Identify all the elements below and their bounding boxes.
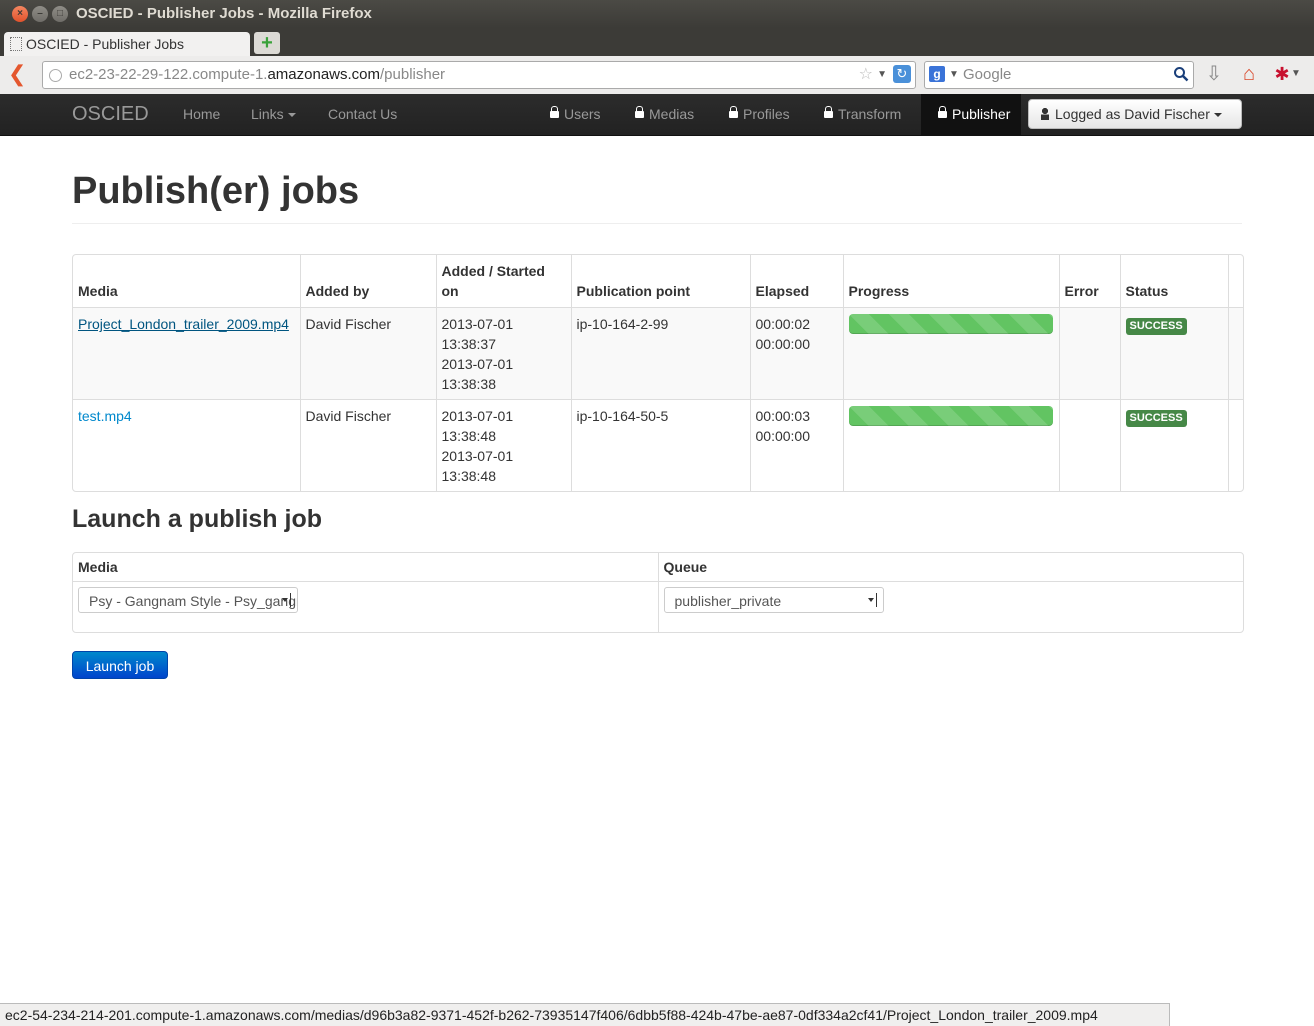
error-cell — [1058, 307, 1120, 400]
site-identity-icon[interactable] — [49, 69, 62, 82]
nav-users[interactable]: Users — [550, 106, 601, 122]
status-badge: SUCCESS — [1125, 318, 1187, 335]
page-title: Publish(er) jobs — [72, 170, 360, 212]
history-dropdown-icon[interactable]: ▼ — [877, 62, 887, 88]
dates-cell: 2013-07-01 13:38:48 2013-07-01 13:38:48 — [435, 399, 571, 491]
nav-transform[interactable]: Transform — [824, 106, 901, 122]
page-icon — [10, 37, 22, 51]
home-icon[interactable]: ⌂ — [1237, 62, 1261, 86]
user-icon — [1041, 108, 1049, 120]
minimize-icon[interactable]: – — [32, 6, 48, 22]
download-icon[interactable]: ⇩ — [1202, 62, 1226, 86]
progress-bar — [848, 314, 1053, 334]
media-link[interactable]: test.mp4 — [78, 408, 132, 424]
nav-contact[interactable]: Contact Us — [328, 106, 397, 122]
addon-dropdown-icon[interactable]: ▼ — [1290, 62, 1302, 86]
col-media: Media — [78, 283, 118, 299]
media-select[interactable]: Psy - Gangnam Style - Psy_gangnam_style.… — [78, 587, 298, 613]
table-row: Project_London_trailer_2009.mp4 David Fi… — [73, 307, 1243, 400]
launch-form: Media Queue Psy - Gangnam Style - Psy_ga… — [72, 552, 1244, 633]
caret-down-icon — [1213, 113, 1222, 118]
col-publication-point: Publication point — [570, 255, 750, 308]
added-by-cell: David Fischer — [299, 399, 436, 491]
new-tab-icon[interactable]: + — [254, 32, 280, 54]
col-status: Status — [1119, 255, 1228, 308]
lock-icon — [824, 106, 833, 118]
window-title: OSCIED - Publisher Jobs - Mozilla Firefo… — [76, 5, 372, 22]
maximize-icon[interactable]: □ — [52, 6, 68, 22]
window-titlebar: × – □ OSCIED - Publisher Jobs - Mozilla … — [0, 0, 1314, 28]
queue-select[interactable]: publisher_private — [663, 587, 884, 613]
user-menu-button[interactable]: Logged as David Fischer — [1028, 99, 1242, 129]
progress-cell — [842, 399, 1059, 491]
publication-point-cell: ip-10-164-2-99 — [570, 307, 750, 400]
status-cell: SUCCESS — [1119, 399, 1228, 491]
caret-down-icon — [287, 113, 296, 118]
chevron-down-icon — [867, 593, 877, 607]
search-bar[interactable]: g ▼ Google — [924, 61, 1194, 89]
lock-icon — [550, 106, 559, 118]
browser-tab[interactable]: OSCIED - Publisher Jobs — [4, 32, 250, 56]
status-bar: ec2-54-234-214-201.compute-1.amazonaws.c… — [0, 1003, 1170, 1026]
dates-cell: 2013-07-01 13:38:37 2013-07-01 13:38:38 — [435, 307, 571, 400]
chevron-down-icon — [281, 593, 291, 607]
site-navbar: OSCIED Home Links Contact Us Users Media… — [0, 94, 1314, 136]
bookmark-star-icon[interactable]: ☆ — [859, 62, 873, 88]
url-text: ec2-23-22-29-122.compute-1.amazonaws.com… — [69, 66, 446, 83]
search-icon[interactable] — [1173, 66, 1189, 82]
browser-toolbar: ❮ ec2-23-22-29-122.compute-1.amazonaws.c… — [0, 56, 1314, 95]
progress-bar — [848, 406, 1053, 426]
lock-icon — [729, 106, 738, 118]
brand[interactable]: OSCIED — [72, 103, 149, 126]
col-progress: Progress — [842, 255, 1059, 308]
search-engine-dropdown-icon[interactable]: ▼ — [949, 62, 959, 88]
nav-profiles[interactable]: Profiles — [729, 106, 790, 122]
launch-job-button[interactable]: Launch job — [72, 651, 168, 679]
close-icon[interactable]: × — [12, 6, 28, 22]
actions-cell — [1227, 399, 1243, 491]
publication-point-cell: ip-10-164-50-5 — [570, 399, 750, 491]
queue-label: Queue — [657, 553, 1243, 582]
tab-label: OSCIED - Publisher Jobs — [26, 36, 184, 52]
col-added-started: Added / Started on — [435, 255, 571, 308]
google-icon[interactable]: g — [929, 66, 945, 82]
nav-publisher[interactable]: Publisher — [938, 106, 1010, 122]
divider — [72, 223, 1242, 224]
tab-strip: OSCIED - Publisher Jobs + — [0, 28, 1314, 56]
elapsed-cell: 00:00:02 00:00:00 — [749, 307, 843, 400]
col-added-by: Added by — [299, 255, 436, 308]
lock-icon — [938, 106, 947, 118]
progress-cell — [842, 307, 1059, 400]
nav-links[interactable]: Links — [251, 106, 296, 122]
table-row: test.mp4 David Fischer 2013-07-01 13:38:4… — [73, 399, 1243, 491]
search-placeholder: Google — [963, 66, 1012, 83]
lock-icon — [635, 106, 644, 118]
media-link[interactable]: Project_London_trailer_2009.mp4 — [78, 316, 289, 332]
status-cell: SUCCESS — [1119, 307, 1228, 400]
col-elapsed: Elapsed — [749, 255, 843, 308]
col-actions — [1227, 255, 1243, 308]
back-arrow-icon[interactable]: ❮ — [8, 63, 30, 85]
actions-cell — [1227, 307, 1243, 400]
col-error: Error — [1058, 255, 1120, 308]
launch-title: Launch a publish job — [72, 505, 322, 533]
reload-icon[interactable]: ↻ — [893, 65, 911, 83]
status-badge: SUCCESS — [1125, 410, 1187, 427]
url-bar[interactable]: ec2-23-22-29-122.compute-1.amazonaws.com… — [42, 61, 916, 89]
media-label: Media — [78, 559, 118, 575]
nav-home[interactable]: Home — [183, 106, 220, 122]
nav-medias[interactable]: Medias — [635, 106, 694, 122]
error-cell — [1058, 399, 1120, 491]
elapsed-cell: 00:00:03 00:00:00 — [749, 399, 843, 491]
added-by-cell: David Fischer — [299, 307, 436, 400]
jobs-table: Media Added by Added / Started on Public… — [72, 254, 1244, 492]
